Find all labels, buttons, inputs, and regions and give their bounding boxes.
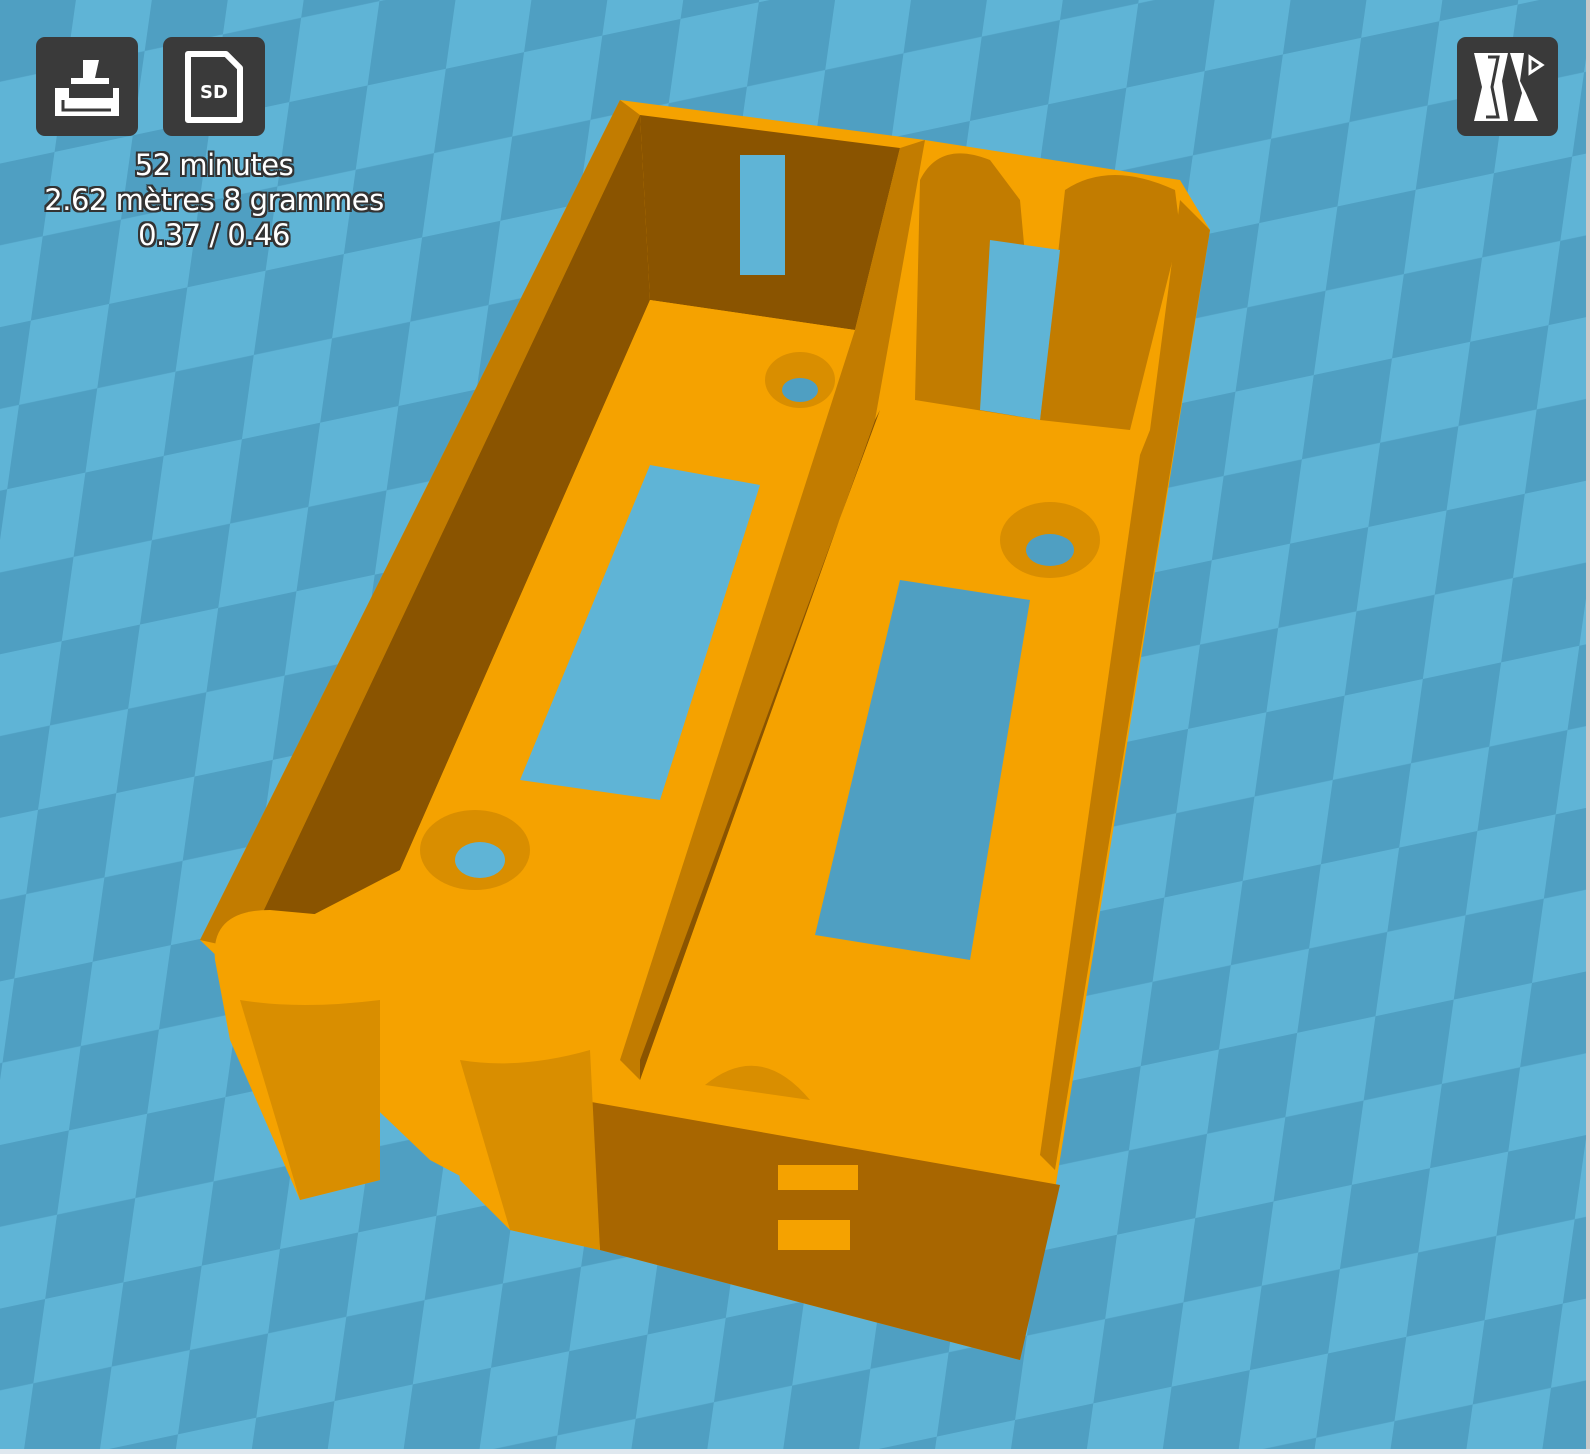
sd-label: SD — [200, 82, 228, 103]
3d-viewport[interactable]: SD 52 minutes 2.62 mètres 8 grammes 0.37… — [0, 0, 1590, 1454]
filament-usage: 2.62 mètres 8 grammes — [44, 183, 384, 217]
window-bottom-edge — [0, 1449, 1590, 1454]
view-mode-button[interactable] — [1457, 37, 1558, 136]
print-time: 52 minutes — [134, 148, 294, 182]
print-stats: 52 minutes 2.62 mètres 8 grammes 0.37 / … — [24, 148, 404, 253]
save-to-sd-button[interactable]: SD — [163, 37, 265, 136]
printer-layflat-icon — [55, 59, 119, 116]
window-edge — [1586, 0, 1590, 1454]
wall-slot — [740, 155, 785, 275]
view-mode-icon — [1473, 52, 1545, 121]
print-cost: 0.37 / 0.46 — [138, 218, 290, 252]
print-button[interactable] — [36, 37, 138, 136]
sd-card-icon: SD — [185, 50, 243, 123]
front-slot — [778, 1165, 858, 1190]
